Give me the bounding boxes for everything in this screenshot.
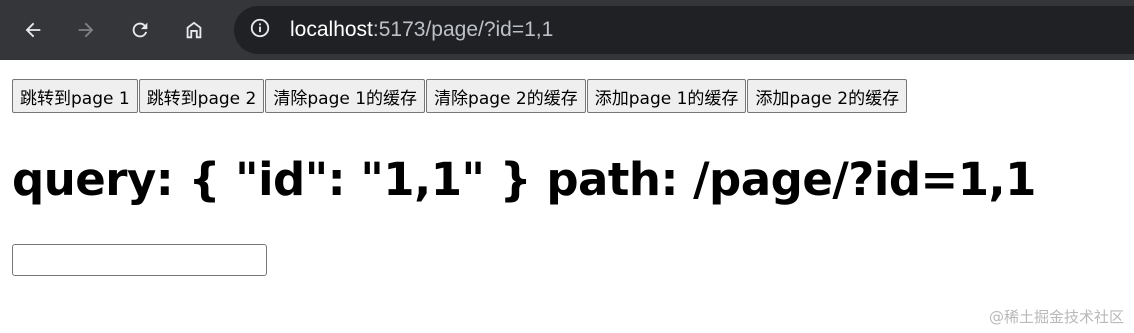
arrow-left-icon xyxy=(22,19,44,41)
watermark: @稀土掘金技术社区 xyxy=(988,308,1124,326)
site-info-button[interactable] xyxy=(244,14,276,46)
add-page-1-cache-button[interactable]: 添加page 1的缓存 xyxy=(586,79,747,113)
goto-page-2-button[interactable]: 跳转到page 2 xyxy=(138,79,265,113)
clear-page-1-cache-button[interactable]: 清除page 1的缓存 xyxy=(265,79,426,113)
page-content: 跳转到page 1 跳转到page 2 清除page 1的缓存 清除page 2… xyxy=(0,60,1134,333)
info-icon xyxy=(249,17,271,44)
add-page-2-cache-button[interactable]: 添加page 2的缓存 xyxy=(747,79,908,113)
button-row: 跳转到page 1 跳转到page 2 清除page 1的缓存 清除page 2… xyxy=(12,79,908,113)
clear-page-2-cache-button[interactable]: 清除page 2的缓存 xyxy=(426,79,586,113)
browser-toolbar: localhost:5173/page/?id=1,1 xyxy=(0,0,1134,60)
url-text[interactable]: localhost:5173/page/?id=1,1 xyxy=(290,18,553,42)
reload-button[interactable] xyxy=(122,12,158,48)
goto-page-1-button[interactable]: 跳转到page 1 xyxy=(12,79,138,113)
reload-icon xyxy=(129,19,151,41)
arrow-right-icon xyxy=(75,19,97,41)
url-path: :5173/page/?id=1,1 xyxy=(372,18,554,41)
text-input[interactable] xyxy=(12,244,267,276)
address-bar[interactable]: localhost:5173/page/?id=1,1 xyxy=(234,6,1134,54)
page-heading: query: { "id": "1,1" } path: /page/?id=1… xyxy=(12,153,1036,206)
home-icon xyxy=(183,19,205,41)
url-host: localhost xyxy=(290,18,373,41)
back-button[interactable] xyxy=(15,12,51,48)
home-button[interactable] xyxy=(176,12,212,48)
forward-button[interactable] xyxy=(68,12,104,48)
